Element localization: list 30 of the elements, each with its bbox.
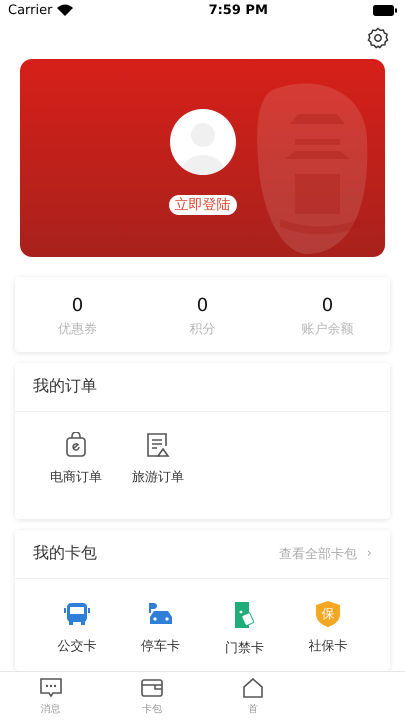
document-icon <box>146 432 170 458</box>
section-title: 我的订单 <box>33 376 97 398</box>
settings-icon[interactable] <box>367 26 389 49</box>
order-link[interactable]: 旅游订单 <box>132 468 184 486</box>
stat-value: 0 <box>196 294 208 316</box>
stat-value: 0 <box>322 294 334 316</box>
card-link[interactable]: 社保卡 <box>308 636 348 655</box>
home-icon <box>241 676 266 698</box>
door-card-icon <box>233 600 256 629</box>
order-link[interactable]: 电商订单 <box>50 468 102 486</box>
car-icon <box>146 600 175 627</box>
battery-icon <box>372 4 397 16</box>
card-link[interactable]: 公交卡 <box>57 636 96 655</box>
wifi-icon <box>57 4 74 16</box>
bus-icon <box>64 600 90 627</box>
shield-icon: 保 <box>316 600 340 627</box>
wallet-icon <box>140 676 164 698</box>
stat-label: 优惠券 <box>58 320 97 338</box>
bag-icon <box>65 432 87 458</box>
card-link[interactable]: 门禁卡 <box>224 638 264 657</box>
clock-time: 7:59 PM <box>208 2 268 18</box>
chevron-text: › <box>366 546 372 562</box>
card-link[interactable]: 停车卡 <box>141 636 180 655</box>
stat-label: 账户余额 <box>302 320 354 338</box>
chat-icon <box>38 676 63 698</box>
stat-value: 0 <box>72 294 84 316</box>
carrier-text: Carrier <box>8 2 52 18</box>
section-title: 我的卡包 <box>33 543 97 564</box>
stat-label: 积分 <box>190 320 216 338</box>
login-button[interactable]: 立即登陆 <box>168 194 236 215</box>
